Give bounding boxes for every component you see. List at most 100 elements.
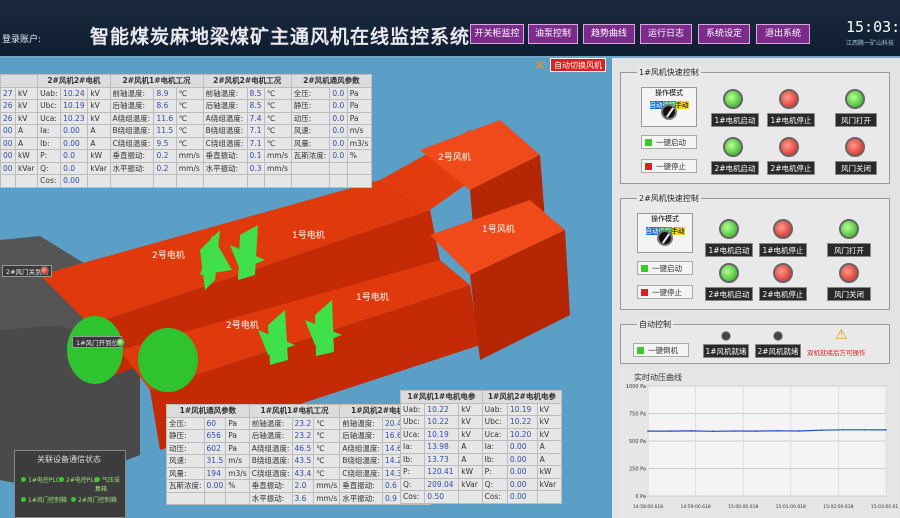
nav-settings-button[interactable]: 系统设定 (698, 24, 750, 44)
motor1-bottom-label: 1号电机 (356, 291, 389, 303)
y-tick-label: 750 Pa (629, 412, 646, 418)
table-cell: 0.0 (329, 111, 348, 125)
fan1-door-open-button[interactable]: 风门打开 (835, 113, 877, 127)
table-cell: 全压: (290, 86, 331, 100)
table-cell: 水平振动: (248, 491, 293, 505)
table-cell: 风速: (290, 124, 331, 138)
fan2-motor2-start-button[interactable]: 2#电机启动 (705, 287, 753, 301)
table-cell: Pa (346, 111, 373, 125)
table-cell: ℃ (313, 429, 341, 443)
table-cell: m/s (346, 124, 373, 138)
table-cell: ℃ (263, 111, 292, 125)
data-point (668, 430, 671, 432)
table-cell (0, 174, 16, 188)
fan1-motor1-stop-button[interactable]: 1#电机停止 (767, 113, 815, 127)
table-cell: 7.1 (246, 136, 265, 150)
system-title: 智能煤炭麻地梁煤矿主通风机在线监控系统 (90, 26, 471, 48)
fan2-motor1-stop-button[interactable]: 1#电机停止 (759, 243, 807, 257)
table-cell: 10.22 (424, 402, 460, 416)
table-cell: mm/s (175, 161, 204, 175)
y-tick-label: 1000 Pa (626, 384, 646, 390)
fan1-electric-table: 1#风机1#电机电参 1#风机2#电机电参 Uab: 10.22 kV Uab: 10.… (399, 390, 563, 504)
fan2-label: 2号风机 (438, 151, 471, 163)
table-cell: 10.20 (506, 427, 538, 441)
fan2-one-key-start-button[interactable]: 一键启动 (637, 261, 693, 275)
table-cell (153, 174, 177, 188)
table-cell: Pa (346, 99, 373, 113)
table-cell: mm/s (313, 479, 341, 493)
table-cell: % (346, 149, 373, 163)
table-cell (87, 174, 111, 188)
table-cell: 8.6 (153, 99, 177, 113)
top-bar: 登录账户: 智能煤炭麻地梁煤矿主通风机在线监控系统 开关柜监控 油泵控制 趋势曲… (0, 0, 900, 58)
fan2-door-close-indicator (839, 263, 859, 283)
table-cell: B绕组温度: (248, 454, 293, 468)
data-point (690, 430, 693, 432)
table-cell: 0.2 (153, 161, 177, 175)
one-key-switch-button[interactable]: 一键倒机 (633, 343, 689, 357)
table-cell: P: (399, 465, 426, 479)
table-cell: mm/s (313, 491, 341, 505)
nav-oil-pump-button[interactable]: 油泵控制 (528, 24, 578, 44)
table-cell: Cos: (37, 174, 62, 188)
table-cell (263, 174, 292, 188)
fan2-door-close-button[interactable]: 风门关闭 (827, 287, 871, 301)
table-cell: kV (87, 111, 111, 125)
col-header: 1#风机1#电机电参 (400, 390, 483, 404)
table-row: 风量:194m3/sC绕组温度:43.4℃C绕组温度:14.3℃ (166, 466, 431, 480)
company-name: 江西腾一矿山科技 (846, 40, 895, 47)
fan1-mode-switch[interactable]: 操作模式 自动远控手动 (641, 87, 697, 127)
table-cell: 00 (0, 136, 16, 150)
fan2-quick-control: 2#风机快速控制 操作模式 自动远控手动 一键启动 一键停止 1#电机启动 1#… (620, 193, 890, 310)
table-cell: 11.6 (153, 111, 177, 125)
data-point (755, 430, 757, 432)
data-point (777, 429, 779, 432)
table-cell: 后轴温度: (339, 429, 384, 443)
fan2-mode-switch[interactable]: 操作模式 自动远控手动 (637, 213, 693, 253)
table-cell (346, 161, 373, 175)
table-cell: ℃ (175, 124, 204, 138)
fan2-params-table: 2#风机2#电机 2#风机1#电机工况 2#风机2#电机工况 2#风机通风参数 … (0, 74, 373, 188)
fan1-one-key-stop-button[interactable]: 一键停止 (641, 159, 697, 173)
table-cell: ℃ (263, 124, 292, 138)
table-cell (14, 174, 39, 188)
table-cell (346, 174, 373, 188)
x-tick-label: 15:00:00.618 (728, 504, 758, 510)
table-cell: C绕组温度: (202, 136, 248, 150)
fan2-ready-indicator (773, 331, 783, 341)
fan1-motor2-start-button[interactable]: 2#电机启动 (711, 161, 759, 175)
table-cell: 垂直振动: (248, 479, 293, 493)
fan1-motor2-stop-button[interactable]: 2#电机停止 (767, 161, 815, 175)
table-cell: 602 (203, 441, 227, 455)
fan2-one-key-stop-button[interactable]: 一键停止 (637, 285, 693, 299)
fan1-motor1-start-button[interactable]: 1#电机启动 (711, 113, 759, 127)
fan1-door-indicator (116, 338, 125, 347)
table-cell: A绕组温度: (109, 111, 155, 125)
table-cell: Ia: (399, 440, 426, 454)
table-cell: 后轴温度: (248, 429, 293, 443)
nav-trend-button[interactable]: 趋势曲线 (583, 24, 635, 44)
table-cell: 静压: (290, 99, 331, 113)
fan1-door-status: 1#风门开到位 (72, 336, 123, 348)
table-cell: 0.0 (60, 161, 89, 175)
table-cell: % (225, 479, 250, 493)
auto-switch-fan-button[interactable]: 自动切换风机 (550, 58, 606, 72)
fan1-door-close-indicator (845, 137, 865, 157)
fan1-one-key-start-button[interactable]: 一键启动 (641, 135, 697, 149)
table-cell: 10.24 (60, 86, 89, 100)
table-cell: A (458, 440, 483, 454)
fan2-motor2-stop-button[interactable]: 2#电机停止 (759, 287, 807, 301)
nav-switchgear-button[interactable]: 开关柜监控 (470, 24, 524, 44)
table-cell: kV (87, 99, 111, 113)
nav-exit-button[interactable]: 退出系统 (756, 24, 810, 44)
fan2-motor1-start-button[interactable]: 1#电机启动 (705, 243, 753, 257)
fan2-door-open-button[interactable]: 风门打开 (827, 243, 871, 257)
table-cell: 风量: (290, 136, 331, 150)
table-cell: Ubc: (481, 415, 508, 429)
nav-log-button[interactable]: 运行日志 (640, 24, 692, 44)
table-cell: 46.5 (291, 441, 315, 455)
col-header: 1#风机2#电机电参 (481, 390, 563, 404)
fan1-door-close-button[interactable]: 风门关闭 (835, 161, 877, 175)
table-cell: 9.5 (153, 136, 177, 150)
table-cell: 0.0 (329, 99, 348, 113)
